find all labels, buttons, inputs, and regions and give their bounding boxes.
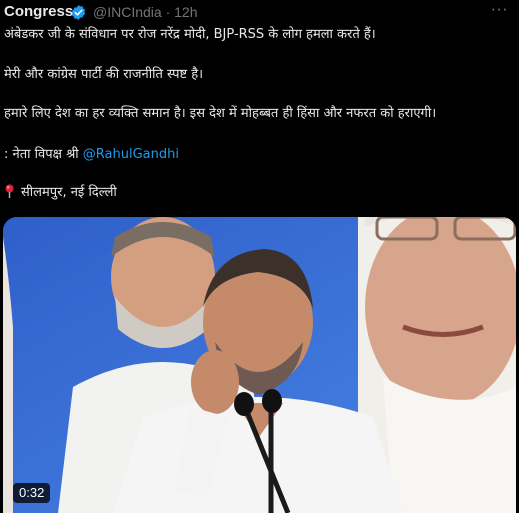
more-options-icon: ··· bbox=[491, 1, 509, 19]
author-name[interactable]: Congress bbox=[4, 3, 73, 20]
video-player[interactable]: 0:32 bbox=[3, 217, 516, 513]
more-options-button[interactable]: ··· bbox=[487, 0, 511, 24]
tweet-text-line-4: : नेता विपक्ष श्री @RahulGandhi bbox=[4, 145, 179, 165]
handle-and-timestamp[interactable]: @INCIndia · 12h bbox=[93, 4, 197, 20]
attribution-prefix: : नेता विपक्ष श्री bbox=[4, 147, 83, 162]
mention-link[interactable]: @RahulGandhi bbox=[83, 147, 179, 162]
tweet-text-line-2: मेरी और कांग्रेस पार्टी की राजनीति स्पष्… bbox=[4, 67, 204, 82]
video-thumbnail bbox=[3, 217, 516, 513]
tweet-header: Congress @INCIndia · 12h ··· bbox=[0, 0, 519, 26]
tweet-location-line: सीलमपुर, नई दिल्ली bbox=[4, 183, 117, 203]
tweet-text-line-3: हमारे लिए देश का हर व्यक्ति समान है। इस … bbox=[4, 106, 437, 121]
verified-badge-icon bbox=[71, 5, 86, 20]
tweet-text-line-1: अंबेडकर जी के संविधान पर रोज नरेंद्र मोद… bbox=[4, 27, 376, 42]
location-text: सीलमपुर, नई दिल्ली bbox=[21, 185, 117, 200]
round-pushpin-icon bbox=[4, 184, 15, 198]
video-duration-badge: 0:32 bbox=[13, 483, 51, 503]
